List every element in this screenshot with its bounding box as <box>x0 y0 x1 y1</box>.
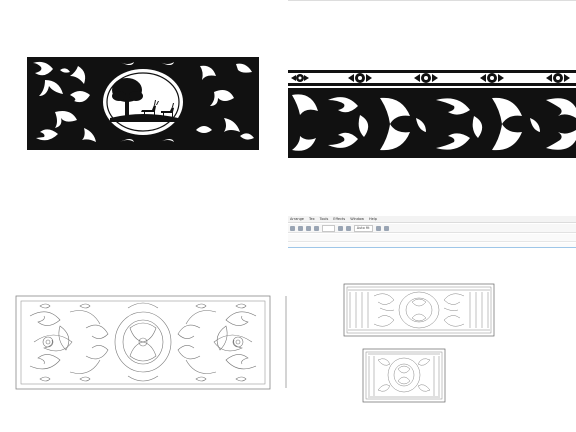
new-icon[interactable] <box>290 225 295 231</box>
menu-item[interactable]: Tex <box>309 217 315 221</box>
open-icon[interactable] <box>298 225 303 231</box>
menu-item[interactable]: Help <box>369 217 377 221</box>
zoom-icon[interactable] <box>337 225 343 231</box>
editor-menubar: Arrange Tex Tools Effects Window Help <box>288 216 576 223</box>
editor-screenshot-tile[interactable]: Arrange Tex Tools Effects Window Help Au… <box>288 216 576 432</box>
menu-item[interactable]: Arrange <box>290 217 304 221</box>
editor-toolbar: Auto fit <box>288 224 576 233</box>
outline-panel-tile[interactable] <box>0 216 288 432</box>
canvas-drawings <box>343 283 495 403</box>
settings-icon[interactable] <box>383 225 389 231</box>
outline-scroll-panel <box>15 295 287 390</box>
zoom-field[interactable] <box>322 224 335 232</box>
grid-icon[interactable] <box>345 225 351 231</box>
zoom-level-select[interactable]: Auto fit <box>353 224 373 232</box>
black-deer-panel <box>27 57 259 150</box>
menu-item[interactable]: Tools <box>320 217 329 221</box>
drawing-canvas[interactable] <box>288 248 576 432</box>
black-scroll-border <box>288 0 576 158</box>
black-panel-tile[interactable] <box>0 0 288 216</box>
snap-icon[interactable] <box>375 225 381 231</box>
property-bar <box>288 234 576 242</box>
cut-icon[interactable] <box>314 225 319 231</box>
border-strip-tile[interactable] <box>288 0 576 216</box>
menu-item[interactable]: Effects <box>333 217 345 221</box>
save-icon[interactable] <box>306 225 311 231</box>
menu-item[interactable]: Window <box>350 217 364 221</box>
